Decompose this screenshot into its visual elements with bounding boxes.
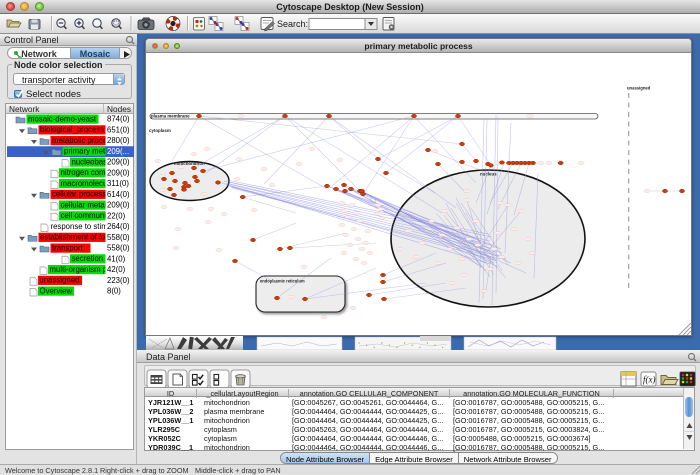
svg-text:cytoplasm: cytoplasm — [149, 128, 171, 133]
svg-text:22(0): 22(0) — [107, 211, 126, 220]
svg-text:plasma membrane: plasma membrane — [151, 113, 190, 118]
svg-text:endoplasmic reticulum: endoplasmic reticulum — [260, 279, 305, 284]
svg-text:f(x): f(x) — [643, 375, 656, 385]
svg-text:Search:: Search: — [277, 19, 308, 29]
svg-text:unassigned: unassigned — [627, 86, 651, 91]
svg-text:macromolecule: macromolecule — [61, 179, 114, 188]
svg-text:establishment of lo: establishment of lo — [40, 233, 106, 242]
svg-text:209(0): 209(0) — [107, 168, 130, 177]
svg-text:42(0): 42(0) — [107, 265, 126, 274]
svg-text:614(0): 614(0) — [107, 190, 130, 199]
svg-text:8(0): 8(0) — [107, 287, 121, 296]
svg-text:mitochondrion: mitochondrion — [174, 161, 205, 166]
svg-text:209(0): 209(0) — [107, 158, 130, 167]
svg-text:209(...: 209(... — [107, 147, 129, 156]
svg-text:secretion: secretion — [72, 254, 104, 263]
svg-text:223(0): 223(0) — [107, 276, 130, 285]
svg-text:metabolic process: metabolic process — [52, 136, 115, 145]
svg-text:unassigned: unassigned — [40, 276, 80, 285]
svg-text:response to stimul: response to stimul — [51, 222, 115, 231]
svg-text:mosaic-demo-yeast: mosaic-demo-yeast — [28, 114, 97, 123]
svg-text:280(0): 280(0) — [107, 136, 130, 145]
svg-text:264(0): 264(0) — [107, 222, 130, 231]
svg-text:311(0): 311(0) — [107, 179, 129, 188]
svg-text:cellular metabo: cellular metabo — [61, 200, 115, 209]
svg-text:558(0): 558(0) — [107, 244, 130, 253]
svg-text:209(0): 209(0) — [107, 201, 130, 210]
svg-text:biological_process: biological_process — [40, 125, 104, 134]
svg-text:874(0): 874(0) — [107, 115, 130, 124]
svg-text:651(0): 651(0) — [107, 125, 130, 134]
svg-text:transport: transport — [52, 243, 84, 252]
svg-text:558(0): 558(0) — [107, 233, 130, 242]
svg-text:multi-organism pro: multi-organism pro — [50, 265, 115, 274]
svg-text:Overview: Overview — [40, 286, 73, 295]
svg-text:cellular process: cellular process — [52, 190, 106, 199]
svg-text:41(0): 41(0) — [107, 254, 126, 263]
